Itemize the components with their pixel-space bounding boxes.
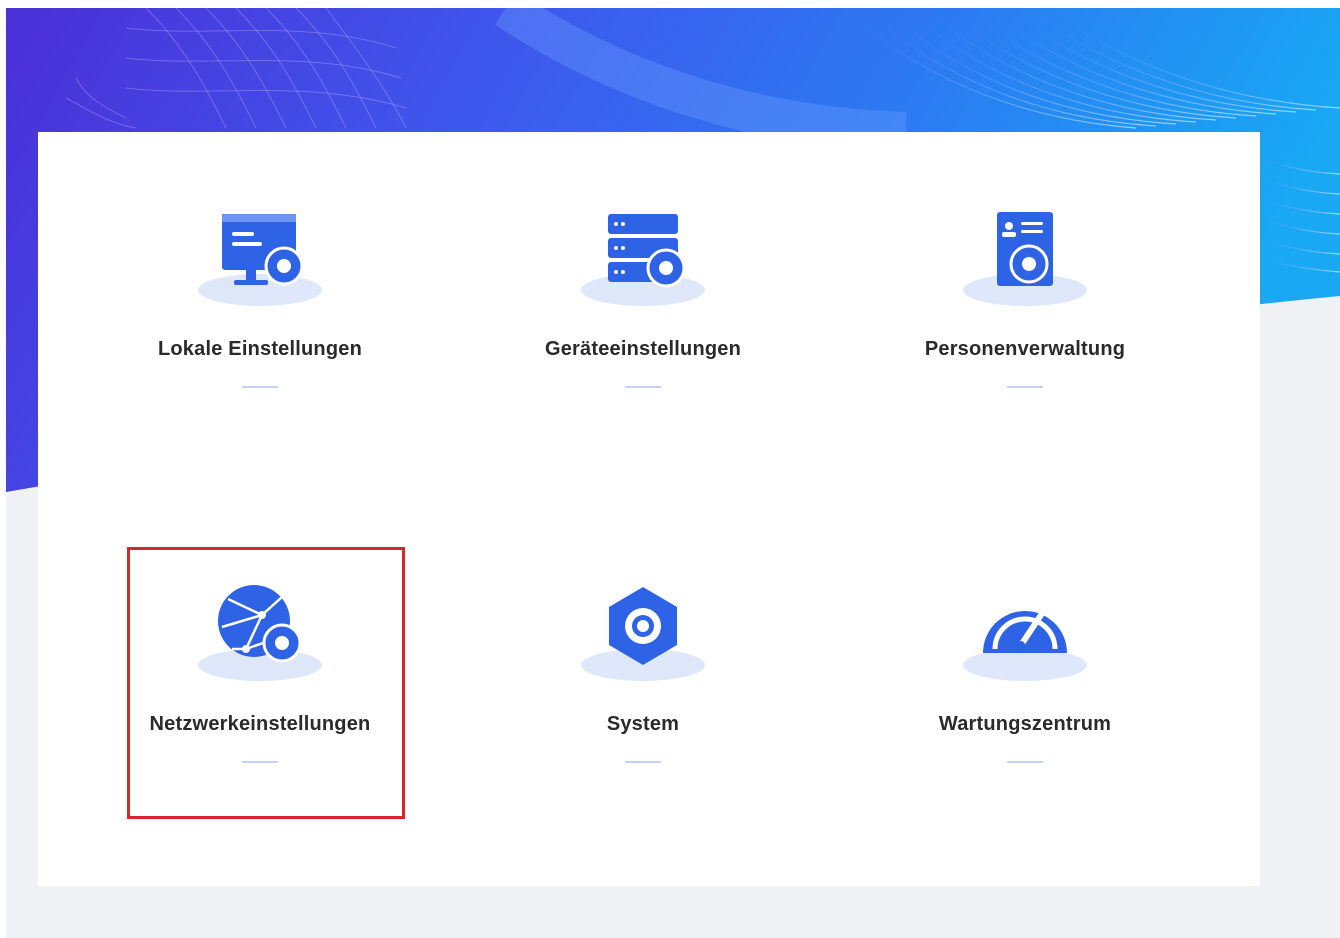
tile-underline bbox=[1007, 761, 1043, 763]
gauge-icon bbox=[955, 579, 1095, 689]
tile-label: Personenverwaltung bbox=[924, 338, 1126, 360]
tile-underline bbox=[1007, 386, 1043, 388]
tile-underline bbox=[242, 386, 278, 388]
tile-label: Lokale Einstellungen bbox=[157, 338, 363, 360]
server-gear-icon bbox=[573, 204, 713, 314]
tile-lokale-einstellungen[interactable]: Lokale Einstellungen bbox=[120, 132, 400, 402]
monitor-gear-icon bbox=[190, 204, 330, 314]
tile-label: System bbox=[606, 713, 680, 735]
tile-label: Geräteeinstellungen bbox=[544, 338, 742, 360]
page: Lokale Einstellungen Geräteeinstellungen… bbox=[0, 0, 1340, 938]
tile-geraeteeinstellungen[interactable]: Geräteeinstellungen bbox=[503, 132, 783, 402]
hexagon-gear-icon bbox=[573, 579, 713, 689]
id-card-gear-icon bbox=[955, 204, 1095, 314]
selection-highlight bbox=[127, 547, 405, 819]
tile-system[interactable]: System bbox=[503, 507, 783, 777]
tile-underline bbox=[625, 761, 661, 763]
tile-personenverwaltung[interactable]: Personenverwaltung bbox=[885, 132, 1165, 402]
tile-wartungszentrum[interactable]: Wartungszentrum bbox=[885, 507, 1165, 777]
tile-label: Wartungszentrum bbox=[938, 713, 1112, 735]
tile-underline bbox=[625, 386, 661, 388]
